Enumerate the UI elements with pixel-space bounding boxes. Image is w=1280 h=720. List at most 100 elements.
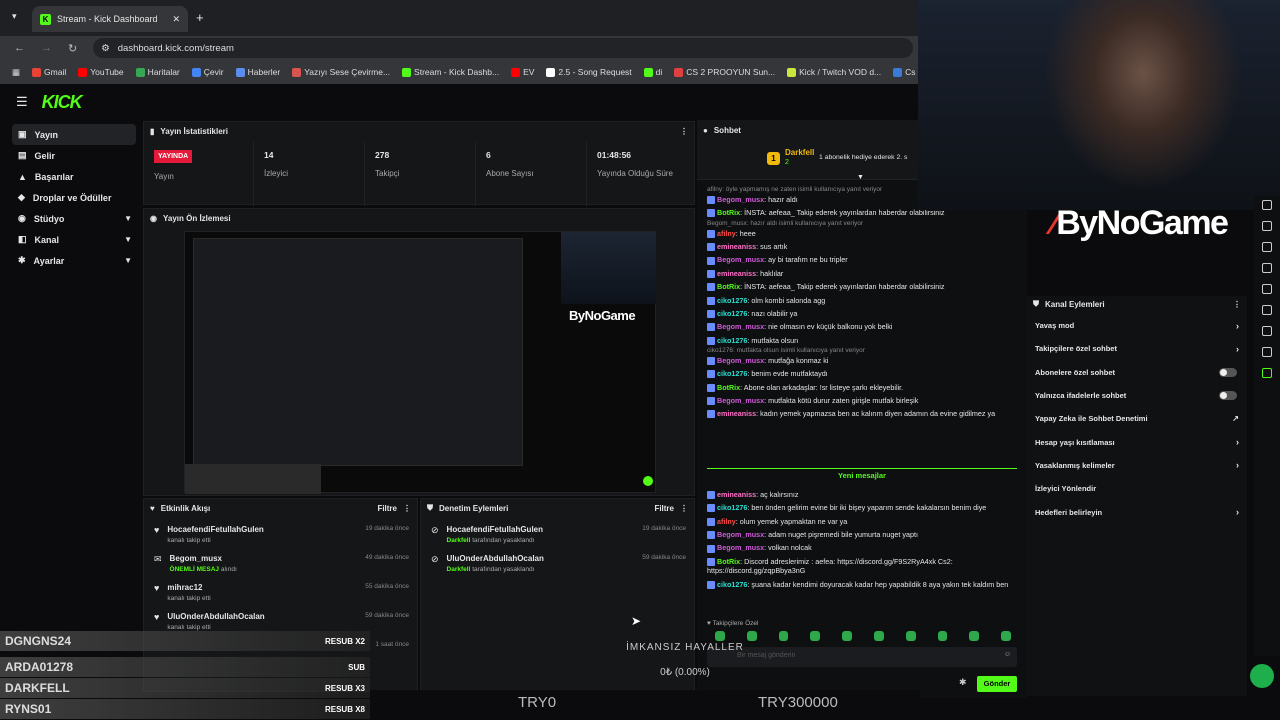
chat-username[interactable]: Begom_musx: [717, 322, 764, 331]
chat-username[interactable]: ciko1276: [717, 580, 747, 589]
browser-tab[interactable]: K Stream - Kick Dashboard ✕: [32, 6, 188, 32]
chat-username[interactable]: Begom_musx: [717, 396, 764, 405]
doc-icon[interactable]: [1262, 242, 1272, 252]
emote-icon[interactable]: [969, 631, 980, 641]
menu-icon[interactable]: ☰: [16, 94, 28, 110]
forward-icon[interactable]: →: [41, 42, 52, 54]
back-icon[interactable]: ←: [14, 42, 25, 54]
chat-username[interactable]: BotRix: [717, 208, 740, 217]
chat-username[interactable]: ciko1276: [717, 503, 747, 512]
chat-username[interactable]: emineaniss: [717, 490, 756, 499]
chat-username[interactable]: BotRix: [717, 383, 740, 392]
more-icon[interactable]: ⋮: [680, 127, 688, 136]
chat-icon[interactable]: [1262, 263, 1272, 273]
toggle-switch[interactable]: [1219, 367, 1237, 377]
apps-icon[interactable]: ▦: [12, 67, 20, 78]
bookmark[interactable]: 2.5 - Song Request: [546, 67, 632, 77]
channel-action-item[interactable]: Abonelere özel sohbet: [1027, 361, 1247, 384]
sidebar-item-studyo[interactable]: ◉ Stüdyo ▼: [12, 208, 136, 229]
bookmark[interactable]: CS 2 PROOYUN Sun...: [674, 67, 775, 77]
chat-username[interactable]: ciko1276: [717, 296, 747, 305]
bookmark[interactable]: EV: [511, 67, 534, 77]
close-tab-icon[interactable]: ✕: [172, 14, 180, 25]
bookmark[interactable]: Çevir: [191, 67, 224, 77]
channel-action-item[interactable]: Yasaklanmış kelimeler ›: [1027, 454, 1247, 477]
chat-username[interactable]: Begom_musx: [717, 255, 764, 264]
chat-username[interactable]: ciko1276: [717, 336, 747, 345]
bookmark[interactable]: Stream - Kick Dashb...: [402, 67, 499, 77]
sidebar-item-yayin[interactable]: ▣ Yayın: [12, 124, 136, 145]
settings-icon[interactable]: ✱: [959, 677, 967, 688]
chat-username[interactable]: afilny: [717, 229, 736, 238]
emote-icon[interactable]: [937, 631, 948, 641]
channel-action-item[interactable]: Yalnızca ifadelerle sohbet: [1027, 384, 1247, 407]
chat-username[interactable]: Begom_musx: [717, 356, 764, 365]
sidebar-item-gelir[interactable]: ▤ Gelir: [12, 145, 136, 166]
emote-icon[interactable]: [746, 631, 757, 641]
channel-action-item[interactable]: Yapay Zeka ile Sohbet Denetimi ↗: [1027, 407, 1247, 430]
channel-action-item[interactable]: Takipçilere özel sohbet ›: [1027, 337, 1247, 360]
emote-icon[interactable]: [905, 631, 916, 641]
bookmark[interactable]: Gmail: [32, 67, 66, 77]
chat-username[interactable]: afilny: [717, 517, 736, 526]
channel-action-item[interactable]: Hedefleri belirleyin ›: [1027, 500, 1247, 523]
sidebar-item-kanal[interactable]: ◧ Kanal ▼: [12, 229, 136, 250]
url-field[interactable]: ⚙ dashboard.kick.com/stream: [93, 38, 914, 58]
filter-button[interactable]: Filtre: [377, 504, 397, 513]
site-info-icon[interactable]: ⚙: [101, 43, 110, 54]
stream-preview-video[interactable]: ByNoGame: [184, 231, 656, 494]
reload-icon[interactable]: ↻: [68, 42, 77, 55]
bookmark[interactable]: Haritalar: [135, 67, 180, 77]
emoji-icon[interactable]: ☺: [1004, 651, 1011, 658]
more-icon[interactable]: ⋮: [1233, 300, 1241, 309]
tab-list-icon[interactable]: ▾: [12, 11, 17, 22]
chat-username[interactable]: emineaniss: [717, 269, 756, 278]
window-icon[interactable]: [1262, 305, 1272, 315]
channel-action-item[interactable]: Yavaş mod ›: [1027, 314, 1247, 337]
chat-username[interactable]: Begom_musx: [717, 543, 764, 552]
chat-username[interactable]: BotRix: [717, 557, 740, 566]
emote-icon[interactable]: [873, 631, 884, 641]
more-icon[interactable]: ⋮: [680, 504, 688, 513]
grid-icon[interactable]: [1262, 368, 1272, 378]
chat-username[interactable]: emineaniss: [717, 409, 756, 418]
emote-icon[interactable]: [842, 631, 852, 641]
bookmark[interactable]: Yazıyı Sese Çevirme...: [292, 67, 390, 77]
support-chat-icon[interactable]: [1250, 664, 1274, 688]
bookmark[interactable]: di: [643, 67, 662, 77]
share-icon[interactable]: [1262, 347, 1272, 357]
kick-logo[interactable]: KICK: [42, 92, 83, 113]
wrench-icon[interactable]: [1262, 326, 1272, 336]
channel-action-item[interactable]: İzleyici Yönlendir: [1027, 477, 1247, 500]
kick-icon: [402, 67, 412, 77]
bookmark[interactable]: Haberler: [235, 67, 280, 77]
chat-username[interactable]: Begom_musx: [717, 195, 764, 204]
filter-button[interactable]: Filtre: [654, 504, 674, 513]
new-tab-icon[interactable]: +: [196, 10, 204, 25]
toolbar-icon[interactable]: [1262, 200, 1272, 210]
send-button[interactable]: Gönder: [977, 676, 1017, 692]
flash-icon[interactable]: [1262, 221, 1272, 231]
toggle-switch[interactable]: [1219, 391, 1237, 401]
emote-icon[interactable]: [778, 631, 789, 641]
chat-username[interactable]: emineaniss: [717, 242, 756, 251]
channel-action-item[interactable]: Hesap yaşı kısıtlaması ›: [1027, 430, 1247, 453]
bookmark[interactable]: YouTube: [78, 67, 124, 77]
sidebar-item-ayarlar[interactable]: ✱ Ayarlar ▼: [12, 250, 136, 271]
chat-username[interactable]: Begom_musx: [717, 530, 764, 539]
sidebar-item-droplar[interactable]: ◆ Droplar ve Ödüller: [12, 187, 136, 208]
chat-username[interactable]: ciko1276: [717, 369, 747, 378]
emote-icon[interactable]: [810, 631, 821, 641]
more-icon[interactable]: ⋮: [403, 504, 411, 513]
sidebar-item-basarilar[interactable]: ▲ Başarılar: [12, 166, 136, 187]
emote-icon[interactable]: [715, 631, 725, 641]
bookmark[interactable]: Cs 1.6 Jai: [893, 67, 918, 77]
user-badge-icon: [707, 309, 715, 318]
chat-username[interactable]: BotRix: [717, 282, 740, 291]
collapse-icon[interactable]: ▼: [857, 174, 864, 181]
bookmark[interactable]: Kick / Twitch VOD d...: [787, 67, 881, 77]
broadcast-icon[interactable]: [1262, 284, 1272, 294]
user-badge-icon: [707, 336, 715, 345]
emote-icon[interactable]: [1001, 631, 1011, 641]
chat-username[interactable]: ciko1276: [717, 309, 747, 318]
